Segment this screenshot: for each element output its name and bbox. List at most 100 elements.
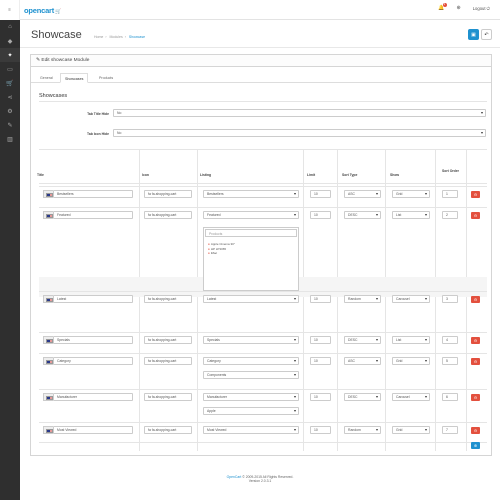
menu-toggle-icon[interactable]: ☰ — [0, 0, 20, 20]
icon-input[interactable]: fa fa-shopping-cart — [144, 211, 192, 219]
sort-order-input[interactable]: 5 — [442, 357, 458, 365]
sales-icon[interactable]: 🛒 — [0, 76, 20, 90]
listing-select[interactable]: Most Viewed — [203, 426, 299, 434]
sort-type-select[interactable]: Random — [344, 426, 381, 434]
marketing-icon[interactable]: ⋖ — [0, 90, 20, 104]
limit-input[interactable]: 10 — [310, 336, 331, 344]
show-select[interactable]: Grid — [392, 190, 430, 198]
sub-listing-select[interactable]: Components — [203, 371, 299, 379]
icon-input[interactable]: fa fa-shopping-cart — [144, 190, 192, 198]
tab-products[interactable]: Products — [95, 73, 117, 83]
table-column-divider — [466, 149, 467, 451]
show-select[interactable]: Grid — [392, 357, 430, 365]
minus-circle-icon: ⊖ — [473, 191, 478, 197]
breadcrumb-modules[interactable]: Modules — [110, 35, 123, 39]
sort-order-input[interactable]: 2 — [442, 211, 458, 219]
dashboard-icon[interactable]: ⌂ — [0, 20, 20, 34]
sort-type-select[interactable]: ASC — [344, 190, 381, 198]
sort-type-select[interactable]: DESC — [344, 336, 381, 344]
limit-input[interactable]: 10 — [310, 295, 331, 303]
cancel-button[interactable]: ↶ — [481, 29, 492, 40]
design-icon[interactable]: ▭ — [0, 62, 20, 76]
icon-input[interactable]: fa fa-shopping-cart — [144, 357, 192, 365]
sort-order-input[interactable]: 3 — [442, 295, 458, 303]
tab-icon-hide-select[interactable]: No — [113, 129, 486, 137]
title-input[interactable]: Category — [53, 357, 133, 365]
tab-general[interactable]: General — [36, 73, 57, 83]
flag-icon — [45, 213, 53, 218]
limit-input[interactable]: 10 — [310, 426, 331, 434]
tab-title-hide-select[interactable]: No — [113, 109, 486, 117]
tools-icon[interactable]: ✎ — [0, 118, 20, 132]
show-select[interactable]: Grid — [392, 426, 430, 434]
remove-row-button[interactable]: ⊖ — [471, 393, 480, 401]
logo-text: opencart — [24, 6, 55, 15]
row-divider — [39, 332, 487, 333]
show-select[interactable]: Carousel — [392, 393, 430, 401]
sort-type-select[interactable]: DESC — [344, 393, 381, 401]
show-select[interactable]: Carousel — [392, 295, 430, 303]
sort-order-input[interactable]: 6 — [442, 393, 458, 401]
divider — [39, 101, 487, 102]
title-input[interactable]: Bestsellers — [53, 190, 133, 198]
remove-row-button[interactable]: ⊖ — [471, 336, 480, 344]
sub-listing-select[interactable]: Apple — [203, 407, 299, 415]
breadcrumb-showcase[interactable]: Showcase — [129, 35, 145, 39]
footer-brand-link[interactable]: OpenCart — [227, 475, 242, 479]
listing-select[interactable]: Manufacturer — [203, 393, 299, 401]
show-select[interactable]: List — [392, 211, 430, 219]
logout-link[interactable]: Logout ⏻ — [473, 6, 490, 11]
sort-type-select[interactable]: ASC — [344, 357, 381, 365]
title-input[interactable]: Featured — [53, 211, 133, 219]
catalog-icon[interactable]: ◆ — [0, 34, 20, 48]
tab-showcases[interactable]: Showcases — [60, 73, 89, 83]
pencil-icon: ✎ — [36, 58, 41, 63]
listing-select[interactable]: Specials — [203, 336, 299, 344]
table-column-divider — [385, 149, 386, 451]
icon-input[interactable]: fa fa-shopping-cart — [144, 336, 192, 344]
limit-input[interactable]: 10 — [310, 211, 331, 219]
add-row-button[interactable]: ⊕ — [471, 442, 480, 449]
remove-row-button[interactable]: ⊖ — [471, 357, 480, 365]
logo[interactable]: opencart🛒 — [24, 6, 61, 15]
sort-type-select[interactable]: DESC — [344, 211, 381, 219]
help-icon[interactable]: ⊕ — [457, 5, 461, 11]
sort-order-input[interactable]: 4 — [442, 336, 458, 344]
sort-type-select[interactable]: Random — [344, 295, 381, 303]
listing-select[interactable]: Latest — [203, 295, 299, 303]
remove-row-button[interactable]: ⊖ — [471, 190, 480, 198]
show-select[interactable]: List — [392, 336, 430, 344]
remove-row-button[interactable]: ⊖ — [471, 211, 480, 219]
notifications-bell-icon[interactable]: 🔔 1 — [438, 3, 447, 11]
title-input[interactable]: Manufacturer — [53, 393, 133, 401]
icon-input[interactable]: fa fa-shopping-cart — [144, 295, 192, 303]
products-search-input[interactable]: Products — [205, 229, 297, 237]
listing-select[interactable]: Bestsellers — [203, 190, 299, 198]
remove-row-button[interactable]: ⊖ — [471, 426, 480, 434]
remove-row-button[interactable]: ⊖ — [471, 295, 480, 303]
listing-select[interactable]: Featured — [203, 211, 299, 219]
minus-circle-icon: ⊖ — [473, 427, 478, 433]
sort-order-input[interactable]: 1 — [442, 190, 458, 198]
breadcrumb: Home › Modules › Showcase — [94, 35, 146, 39]
limit-input[interactable]: 10 — [310, 190, 331, 198]
icon-input[interactable]: fa fa-shopping-cart — [144, 393, 192, 401]
breadcrumb-home[interactable]: Home — [94, 35, 103, 39]
products-autocomplete[interactable]: Products Apple Cinema 30"HP LP3065iMac — [203, 227, 299, 291]
limit-input[interactable]: 10 — [310, 393, 331, 401]
title-input[interactable]: Specials — [53, 336, 133, 344]
col-show: Show — [390, 173, 400, 177]
title-input[interactable]: Latest — [53, 295, 133, 303]
system-icon[interactable]: ⚙ — [0, 104, 20, 118]
icon-input[interactable]: fa fa-shopping-cart — [144, 426, 192, 434]
listing-select[interactable]: Category — [203, 357, 299, 365]
reports-icon[interactable]: ▥ — [0, 132, 20, 146]
save-button[interactable]: ▣ — [468, 29, 479, 40]
extensions-icon[interactable]: ✦ — [0, 48, 20, 62]
title-input[interactable]: Most Viewed — [53, 426, 133, 434]
product-list-item[interactable]: Apple Cinema 30" — [208, 242, 235, 246]
product-list-item[interactable]: HP LP3065 — [208, 247, 226, 251]
sort-order-input[interactable]: 7 — [442, 426, 458, 434]
product-list-item[interactable]: iMac — [208, 251, 217, 255]
limit-input[interactable]: 10 — [310, 357, 331, 365]
